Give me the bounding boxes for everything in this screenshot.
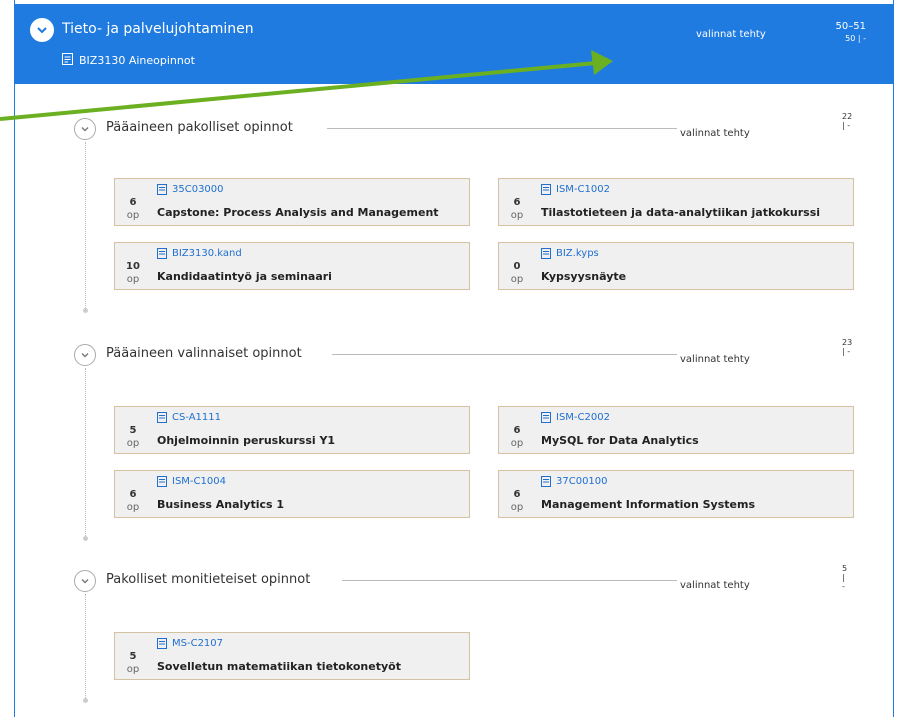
section-credits: 23 | - xyxy=(842,338,853,356)
credits-main: 50–51 xyxy=(835,21,866,32)
document-icon xyxy=(541,184,551,195)
document-icon xyxy=(157,638,167,649)
course-credits: 6 op xyxy=(126,489,140,513)
course-code-link[interactable]: BIZ.kyps xyxy=(541,248,599,259)
course-card[interactable]: 5 op MS-C2107 Sovelletun matematiikan tie… xyxy=(114,632,470,680)
section-title: Pääaineen pakolliset opinnot xyxy=(106,120,293,135)
document-icon xyxy=(157,248,167,259)
document-icon xyxy=(157,412,167,423)
document-icon xyxy=(62,53,73,68)
course-credits: 6 op xyxy=(510,425,524,449)
program-code: BIZ3130 Aineopinnot xyxy=(79,54,195,67)
section-divider xyxy=(327,128,677,129)
section-divider xyxy=(332,354,677,355)
course-name: Business Analytics 1 xyxy=(157,498,285,511)
course-code-link[interactable]: ISM-C2002 xyxy=(541,412,610,423)
section-toggle[interactable] xyxy=(74,570,96,592)
section-divider xyxy=(342,580,677,581)
course-code-link[interactable]: BIZ3130.kand xyxy=(157,248,242,259)
course-name: Ohjelmoinnin peruskurssi Y1 xyxy=(157,434,336,447)
course-name: Kandidaatintyö ja seminaari xyxy=(157,270,332,283)
document-icon xyxy=(157,184,167,195)
course-card[interactable]: 6 op ISM-C1002 Tilastotieteen ja data-ana… xyxy=(498,178,854,226)
section-credits: 22 | - xyxy=(842,112,853,130)
course-name: Tilastotieteen ja data-analytiikan jatko… xyxy=(541,206,821,219)
course-code-link[interactable]: ISM-C1004 xyxy=(157,476,226,487)
program-subtitle[interactable]: BIZ3130 Aineopinnot xyxy=(62,53,195,68)
section-toggle[interactable] xyxy=(74,344,96,366)
course-card[interactable]: 10 op BIZ3130.kand Kandidaatintyö ja semi… xyxy=(114,242,470,290)
course-name: Capstone: Process Analysis and Managemen… xyxy=(157,206,439,219)
section-tree-line xyxy=(85,368,87,536)
course-name: Sovelletun matematiikan tietokonetyöt xyxy=(157,660,401,673)
program-status: valinnat tehty xyxy=(696,29,766,40)
course-credits: 10 op xyxy=(126,261,140,285)
course-name: Kypsyysnäyte xyxy=(541,270,627,283)
section-title: Pääaineen valinnaiset opinnot xyxy=(106,346,302,361)
document-icon xyxy=(541,248,551,259)
section-tree-line xyxy=(85,594,87,698)
course-name: Management Information Systems xyxy=(541,498,755,511)
course-credits: 0 op xyxy=(510,261,524,285)
course-code-link[interactable]: 37C00100 xyxy=(541,476,608,487)
course-credits: 5 op xyxy=(126,425,140,449)
program-header[interactable]: Tieto- ja palvelujohtaminen BIZ3130 Aine… xyxy=(14,4,894,84)
chevron-down-icon xyxy=(81,579,89,584)
section-tree-end xyxy=(83,308,88,313)
section-status: valinnat tehty xyxy=(680,354,750,365)
chevron-down-icon xyxy=(81,127,89,132)
section-credits: 5 | - xyxy=(842,564,848,591)
document-icon xyxy=(157,476,167,487)
section-title: Pakolliset monitieteiset opinnot xyxy=(106,572,311,587)
course-card[interactable]: 0 op BIZ.kyps Kypsyysnäyte xyxy=(498,242,854,290)
course-card[interactable]: 5 op CS-A1111 Ohjelmoinnin peruskurssi Y1 xyxy=(114,406,470,454)
course-card[interactable]: 6 op 35C03000 Capstone: Process Analysis … xyxy=(114,178,470,226)
program-title: Tieto- ja palvelujohtaminen xyxy=(62,21,254,37)
course-credits: 6 op xyxy=(126,197,140,221)
course-code-link[interactable]: CS-A1111 xyxy=(157,412,221,423)
section-required: Pääaineen pakolliset opinnot valinnat te… xyxy=(60,112,854,318)
course-card[interactable]: 6 op ISM-C2002 MySQL for Data Analytics xyxy=(498,406,854,454)
course-code-link[interactable]: ISM-C1002 xyxy=(541,184,610,195)
credits-sub: 50 | - xyxy=(845,34,866,43)
course-card[interactable]: 6 op 37C00100 Management Information Syst… xyxy=(498,470,854,518)
document-icon xyxy=(541,476,551,487)
course-card[interactable]: 6 op ISM-C1004 Business Analytics 1 xyxy=(114,470,470,518)
chevron-down-icon xyxy=(81,353,89,358)
course-credits: 5 op xyxy=(126,651,140,675)
course-code-link[interactable]: 35C03000 xyxy=(157,184,224,195)
document-icon xyxy=(541,412,551,423)
section-toggle[interactable] xyxy=(74,118,96,140)
section-status: valinnat tehty xyxy=(680,128,750,139)
course-credits: 6 op xyxy=(510,489,524,513)
course-code-link[interactable]: MS-C2107 xyxy=(157,638,223,649)
course-credits: 6 op xyxy=(510,197,524,221)
program-credits: 50–51 50 | - xyxy=(836,21,866,45)
course-name: MySQL for Data Analytics xyxy=(541,434,699,447)
section-tree-end xyxy=(83,698,88,703)
chevron-down-icon xyxy=(37,27,47,34)
section-multidisciplinary: Pakolliset monitieteiset opinnot valinna… xyxy=(60,564,850,710)
section-elective: Pääaineen valinnaiset opinnot valinnat t… xyxy=(60,338,854,544)
section-tree-end xyxy=(83,536,88,541)
section-status: valinnat tehty xyxy=(680,580,750,591)
collapse-toggle[interactable] xyxy=(30,18,54,42)
section-tree-line xyxy=(85,142,87,308)
